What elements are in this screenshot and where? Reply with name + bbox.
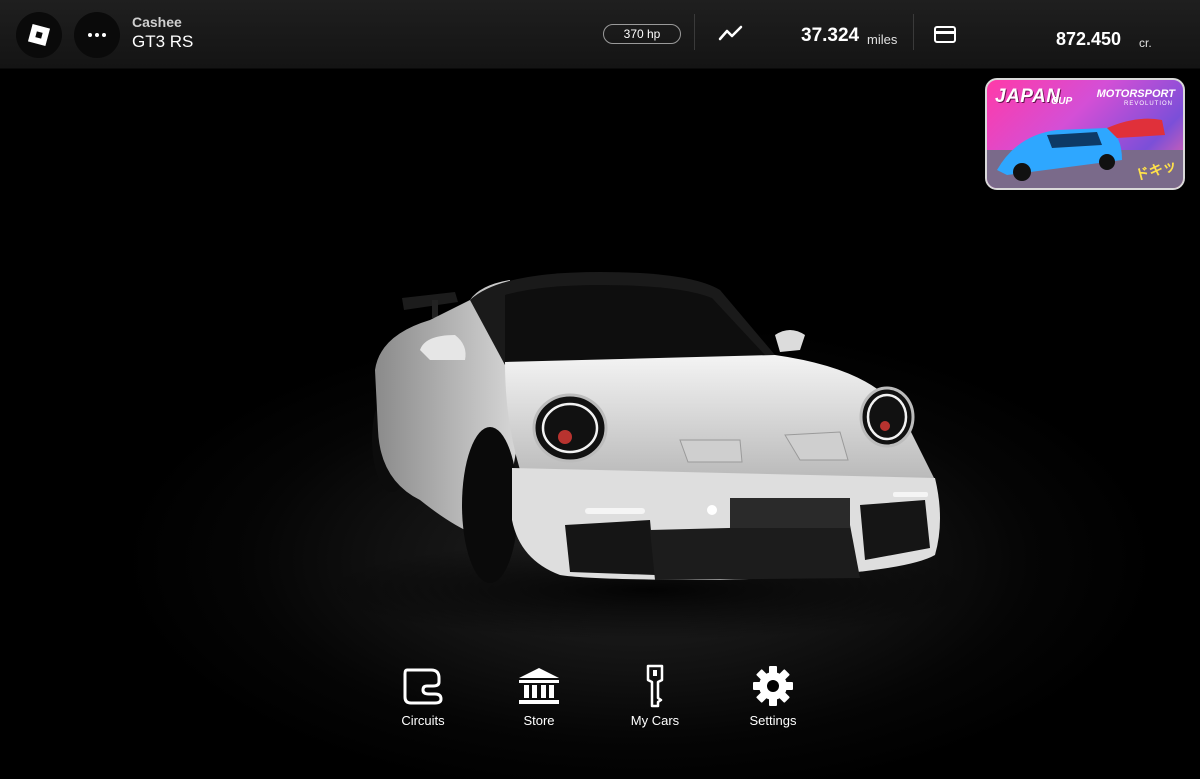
divider <box>913 14 914 50</box>
divider <box>694 14 695 50</box>
credits-value: 872.450 <box>1056 29 1122 49</box>
promo-title-suffix: CUP <box>1051 96 1073 107</box>
promo-banner-japan-cup[interactable]: JAPAN CUP MOTORSPORT REVOLUTION ドキッ <box>985 78 1185 190</box>
selected-car-name: GT3 RS <box>132 32 194 51</box>
miles-unit: miles <box>867 32 898 47</box>
card-icon <box>934 26 956 43</box>
player-name: Cashee <box>132 14 182 30</box>
gear-icon <box>753 666 793 706</box>
store-icon <box>519 668 559 704</box>
nav-label: Circuits <box>401 713 445 728</box>
circuit-icon <box>403 668 443 705</box>
more-options-button[interactable] <box>74 12 120 58</box>
nav-circuits-button[interactable]: Circuits <box>383 663 463 728</box>
key-icon <box>646 664 664 708</box>
promo-brand-sub: REVOLUTION <box>1123 101 1173 107</box>
horsepower-badge: 370 hp <box>603 24 681 44</box>
nav-my-cars-button[interactable]: My Cars <box>615 663 695 728</box>
nav-settings-button[interactable]: Settings <box>733 663 813 728</box>
trend-icon <box>718 25 743 41</box>
nav-label: Settings <box>749 713 797 728</box>
nav-label: My Cars <box>630 713 680 728</box>
credits-unit: cr. <box>1139 36 1152 50</box>
roblox-menu-button[interactable] <box>16 12 62 58</box>
nav-label: Store <box>523 713 555 728</box>
roblox-logo-icon <box>27 23 51 47</box>
miles-value: 37.324 <box>801 25 860 46</box>
more-icon <box>88 33 106 37</box>
top-bar: Cashee GT3 RS 370 hp 37.324 miles 872.45… <box>0 0 1200 69</box>
promo-brand: MOTORSPORT <box>1096 88 1175 100</box>
nav-store-button[interactable]: Store <box>499 663 579 728</box>
